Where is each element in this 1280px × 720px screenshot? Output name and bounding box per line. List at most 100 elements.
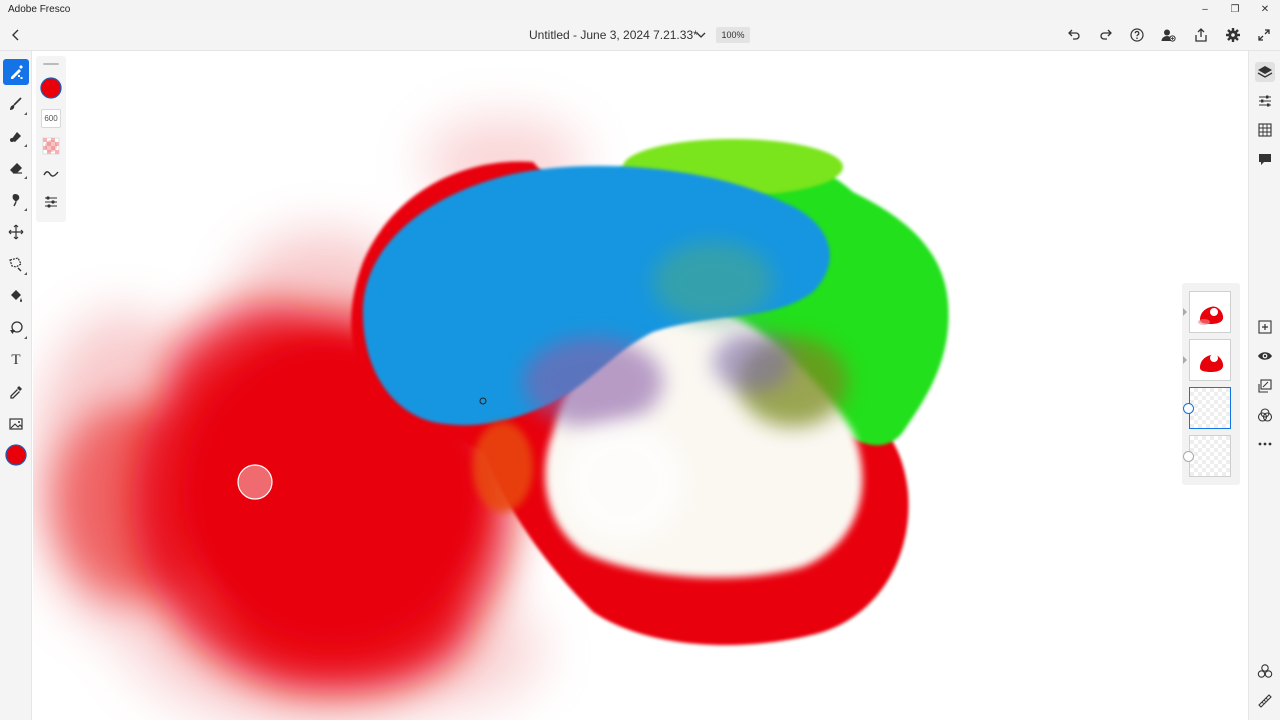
grid-button[interactable] xyxy=(1255,120,1275,140)
lasso-icon xyxy=(9,257,22,272)
brush-properties-panel: 600 xyxy=(36,56,66,222)
share-icon xyxy=(1195,28,1207,42)
layer-thumbnail-1[interactable] xyxy=(1189,291,1231,333)
layer-thumbnail-2[interactable] xyxy=(1189,339,1231,381)
brush-color-icon xyxy=(40,77,62,99)
ruler-button[interactable] xyxy=(1255,691,1275,711)
vector-brush-tool[interactable] xyxy=(3,123,29,149)
type-tool[interactable]: T xyxy=(3,347,29,373)
add-layer-button[interactable] xyxy=(1255,317,1275,337)
gear-icon xyxy=(1226,28,1240,42)
smudge-tool[interactable] xyxy=(3,187,29,213)
app-header: Untitled - June 3, 2024 7.21.33* 100% xyxy=(0,19,1280,51)
user-invite-icon xyxy=(1161,29,1176,42)
window-controls: – ❐ ✕ xyxy=(1190,0,1280,19)
eraser-icon xyxy=(10,163,22,174)
blend-icon xyxy=(1257,408,1273,422)
add-layer-icon xyxy=(1258,320,1272,334)
move-icon xyxy=(8,224,24,240)
eyedropper-tool[interactable] xyxy=(3,379,29,405)
vector-brush-icon xyxy=(10,132,21,142)
smudge-icon xyxy=(12,194,20,207)
more-icon xyxy=(1258,442,1272,446)
window-title-bar: Adobe Fresco – ❐ ✕ xyxy=(0,0,1280,19)
ruler-icon xyxy=(1258,694,1272,708)
comment-icon xyxy=(1259,154,1271,165)
pixel-brush-tool[interactable] xyxy=(3,59,29,85)
eraser-tool[interactable] xyxy=(3,155,29,181)
left-toolbar: T xyxy=(0,51,32,720)
layer-expand-arrow[interactable] xyxy=(1183,356,1187,364)
undo-icon xyxy=(1068,29,1080,40)
color-swatch-icon xyxy=(5,444,27,466)
layer-preview xyxy=(1200,354,1224,372)
live-brush-tool[interactable] xyxy=(3,91,29,117)
minimize-button[interactable]: – xyxy=(1190,0,1220,19)
settings-button[interactable] xyxy=(1223,25,1243,45)
paint-bucket-icon xyxy=(11,290,22,302)
color-swatch-button[interactable] xyxy=(3,442,29,468)
shapes-tool[interactable] xyxy=(3,315,29,341)
pixel-brush-icon xyxy=(11,65,23,79)
layer-action-icon xyxy=(1258,379,1272,393)
background-layer-indicator xyxy=(1183,451,1194,462)
blend-mode-button[interactable] xyxy=(1255,405,1275,425)
app-title: Adobe Fresco xyxy=(8,4,71,15)
invite-button[interactable] xyxy=(1158,25,1178,45)
drawing-canvas[interactable] xyxy=(33,52,1247,720)
color-themes-icon xyxy=(1257,664,1273,678)
document-menu-button[interactable] xyxy=(694,28,708,42)
shapes-icon xyxy=(10,321,23,334)
back-button[interactable] xyxy=(6,25,26,45)
brush-color-button[interactable] xyxy=(40,77,62,99)
layers-button[interactable] xyxy=(1255,62,1275,82)
comments-button[interactable] xyxy=(1255,149,1275,169)
wave-icon xyxy=(43,171,59,177)
brush-smoothing-button[interactable] xyxy=(40,163,62,185)
document-title[interactable]: Untitled - June 3, 2024 7.21.33* xyxy=(529,28,698,42)
more-options-button[interactable] xyxy=(1255,434,1275,454)
place-image-tool[interactable] xyxy=(3,411,29,437)
layers-icon xyxy=(1257,66,1273,78)
brush-size-value[interactable]: 600 xyxy=(41,109,61,128)
layer-expand-arrow[interactable] xyxy=(1183,308,1187,316)
layer-properties-button[interactable] xyxy=(1255,91,1275,111)
painting-artwork xyxy=(33,117,949,720)
layer-preview xyxy=(1198,306,1224,325)
undo-button[interactable] xyxy=(1064,25,1084,45)
fullscreen-button[interactable] xyxy=(1254,25,1274,45)
transform-tool[interactable] xyxy=(3,219,29,245)
layer-thumbnail-4[interactable] xyxy=(1189,435,1231,477)
brush-settings-button[interactable] xyxy=(40,191,62,213)
image-icon xyxy=(9,418,23,430)
expand-icon xyxy=(1258,29,1270,41)
color-themes-button[interactable] xyxy=(1255,661,1275,681)
brush-settings-icon xyxy=(45,196,57,208)
chevron-down-icon xyxy=(696,32,706,38)
fill-tool[interactable] xyxy=(3,283,29,309)
layers-panel xyxy=(1182,283,1240,485)
eye-icon xyxy=(1258,352,1272,360)
help-button[interactable] xyxy=(1127,25,1147,45)
eyedropper-icon xyxy=(10,386,22,399)
layer-thumbnail-3[interactable] xyxy=(1189,387,1231,429)
opacity-icon xyxy=(42,137,60,155)
back-arrow-icon xyxy=(12,29,19,41)
share-button[interactable] xyxy=(1191,25,1211,45)
redo-button[interactable] xyxy=(1096,25,1116,45)
lasso-tool[interactable] xyxy=(3,251,29,277)
maximize-button[interactable]: ❐ xyxy=(1220,0,1250,19)
type-icon: T xyxy=(11,351,21,368)
right-rail xyxy=(1248,51,1280,720)
close-button[interactable]: ✕ xyxy=(1250,0,1280,19)
sliders-icon xyxy=(1259,95,1271,107)
panel-drag-handle[interactable] xyxy=(43,63,59,65)
layer-visibility-button[interactable] xyxy=(1255,346,1275,366)
layer-mask-button[interactable] xyxy=(1255,376,1275,396)
redo-icon xyxy=(1100,29,1112,40)
selected-layer-indicator xyxy=(1183,403,1194,414)
help-icon xyxy=(1130,28,1144,42)
zoom-level-badge[interactable]: 100% xyxy=(716,27,750,43)
grid-icon xyxy=(1258,123,1272,137)
brush-opacity-button[interactable] xyxy=(40,135,62,157)
